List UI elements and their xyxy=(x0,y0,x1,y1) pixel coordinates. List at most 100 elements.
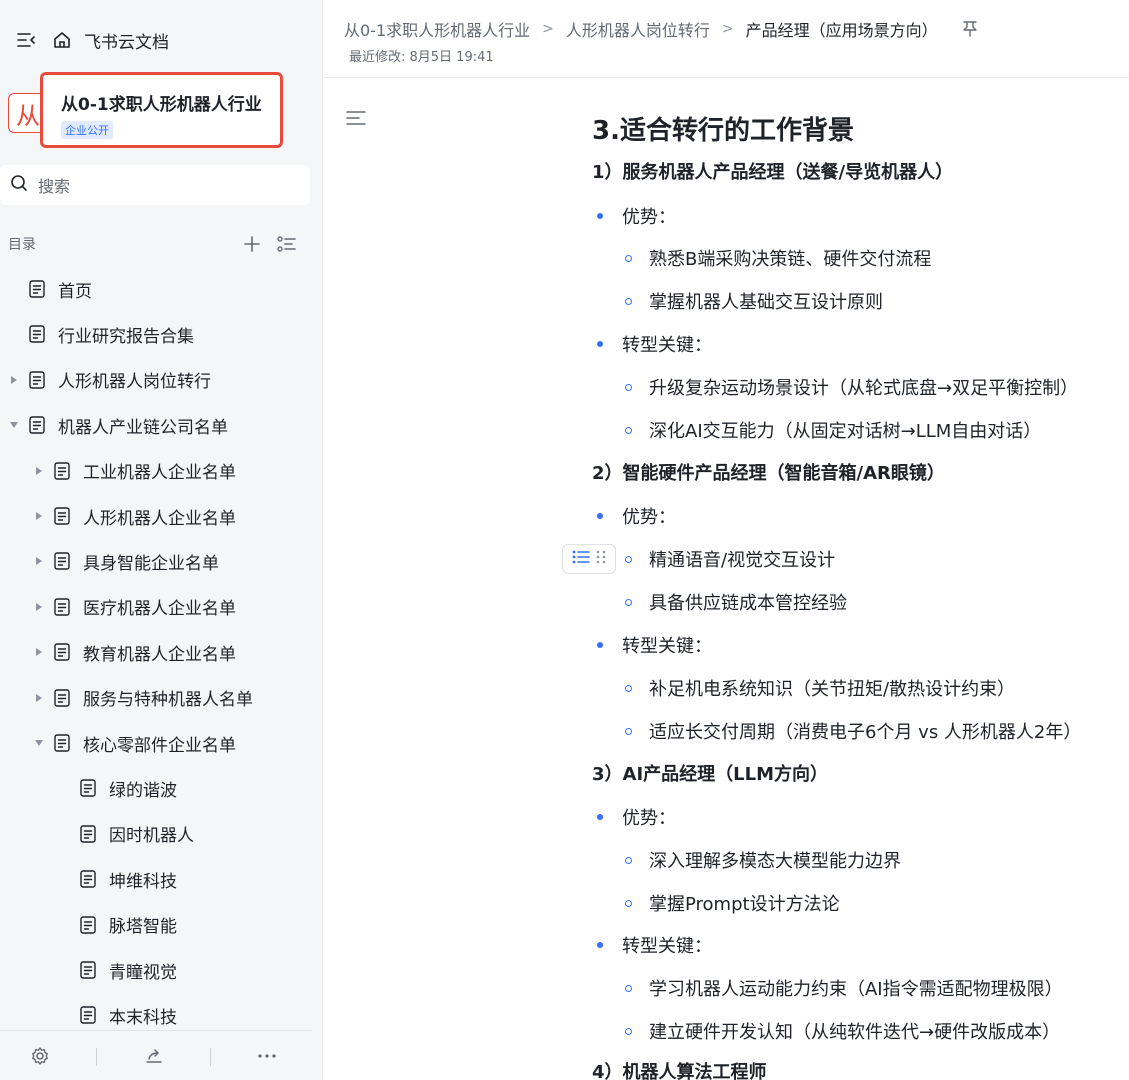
bullet-item: 优势： xyxy=(592,502,676,530)
document-icon xyxy=(79,1005,97,1025)
document-icon xyxy=(53,506,71,526)
toc-item[interactable]: 青瞳视觉 xyxy=(79,955,177,985)
bullet-ring-icon xyxy=(625,383,632,391)
breadcrumb-current[interactable]: 产品经理（应用场景方向） xyxy=(746,17,938,41)
sub-bullet-item: 补足机电系统知识（关节扭矩/散热设计约束） xyxy=(622,674,1015,702)
document-icon xyxy=(79,960,97,980)
breadcrumb-separator: > xyxy=(542,21,554,37)
bullet-text: 优势： xyxy=(622,207,676,228)
home-icon[interactable] xyxy=(50,28,74,52)
toc-item-label: 医疗机器人企业名单 xyxy=(83,599,236,620)
last-modified: 最近修改: 8月5日 19:41 xyxy=(349,50,494,65)
search-icon xyxy=(10,174,28,196)
bullet-text: 学习机器人运动能力约束（AI指令需适配物理极限） xyxy=(649,979,1063,1000)
breadcrumb-item[interactable]: 人形机器人岗位转行 xyxy=(566,17,710,41)
space-title[interactable]: 从0-1求职人形机器人行业 xyxy=(61,90,262,115)
toc-item-label: 人形机器人企业名单 xyxy=(83,508,236,529)
toc-item-label: 青瞳视觉 xyxy=(109,962,177,983)
toc-item-label: 机器人产业链公司名单 xyxy=(58,417,228,438)
toc-item[interactable]: 脉塔智能 xyxy=(79,910,177,940)
document-icon xyxy=(79,915,97,935)
search-placeholder: 搜索 xyxy=(38,177,71,196)
bullet-dot-icon xyxy=(597,814,603,820)
toc-item[interactable]: 服务与特种机器人名单 xyxy=(33,683,253,713)
bullet-ring-icon xyxy=(625,598,632,606)
toc-header: 目录 xyxy=(8,232,308,256)
bullet-text: 掌握Prompt设计方法论 xyxy=(649,894,840,915)
bullet-text: 升级复杂运动场景设计（从轮式底盘→双足平衡控制） xyxy=(649,378,1079,399)
sub-bullet-item: 适应长交付周期（消费电子6个月 vs 人形机器人2年） xyxy=(622,717,1081,745)
pin-icon[interactable] xyxy=(962,21,978,37)
list-type-icon[interactable] xyxy=(572,549,590,569)
toc-item[interactable]: 核心零部件企业名单 xyxy=(33,728,236,758)
toc-item[interactable]: 工业机器人企业名单 xyxy=(33,456,236,486)
expand-arrow-icon[interactable] xyxy=(8,374,20,386)
search-box[interactable]: 搜索 xyxy=(0,165,310,205)
expand-arrow-icon[interactable] xyxy=(33,692,45,704)
bullet-ring-icon xyxy=(625,1027,632,1035)
toc-item[interactable]: 人形机器人企业名单 xyxy=(33,501,236,531)
bullet-ring-icon xyxy=(625,254,632,262)
expand-arrow-icon[interactable] xyxy=(33,465,45,477)
bullet-dot-icon xyxy=(597,341,603,347)
document-icon xyxy=(28,370,46,390)
bullet-text: 深入理解多模态大模型能力边界 xyxy=(649,851,901,872)
sub-bullet-item: 建立硬件开发认知（从纯软件迭代→硬件改版成本） xyxy=(622,1017,1060,1045)
footer-divider xyxy=(210,1048,211,1066)
bullet-text: 转型关键： xyxy=(622,636,712,657)
document-icon xyxy=(28,279,46,299)
toc-item-label: 因时机器人 xyxy=(109,826,194,847)
subheading: 2）智能硬件产品经理（智能音箱/AR眼镜） xyxy=(592,463,945,484)
toc-item-label: 工业机器人企业名单 xyxy=(83,463,236,484)
toc-item-label: 行业研究报告合集 xyxy=(58,326,194,347)
sub-bullet-item: 具备供应链成本管控经验 xyxy=(622,588,847,616)
toc-item-label: 具身智能企业名单 xyxy=(83,553,219,574)
footer-divider xyxy=(96,1048,97,1066)
toc-item[interactable]: 行业研究报告合集 xyxy=(8,319,194,349)
toc-item-label: 核心零部件企业名单 xyxy=(83,735,236,756)
settings-gear-icon[interactable] xyxy=(29,1045,51,1067)
expand-arrow-icon[interactable] xyxy=(33,555,45,567)
more-options-icon[interactable] xyxy=(256,1045,278,1067)
toc-item[interactable]: 坤维科技 xyxy=(79,864,177,894)
bullet-item: 优势： xyxy=(592,803,676,831)
add-page-icon[interactable] xyxy=(242,232,262,256)
expand-arrow-icon[interactable] xyxy=(33,601,45,613)
toc-item-label: 教育机器人企业名单 xyxy=(83,644,236,665)
toc-item[interactable]: 人形机器人岗位转行 xyxy=(8,365,211,395)
bullet-ring-icon xyxy=(625,426,632,434)
toc-item[interactable]: 教育机器人企业名单 xyxy=(33,637,236,667)
toc-item[interactable]: 机器人产业链公司名单 xyxy=(8,410,228,440)
toc-item[interactable]: 因时机器人 xyxy=(79,819,194,849)
share-icon[interactable] xyxy=(143,1045,165,1067)
block-handle[interactable] xyxy=(562,544,616,574)
toc-item-label: 本末科技 xyxy=(109,1007,177,1028)
toc-item[interactable]: 医疗机器人企业名单 xyxy=(33,592,236,622)
toc-options-icon[interactable] xyxy=(276,232,298,256)
bullet-ring-icon xyxy=(625,899,632,907)
bullet-dot-icon xyxy=(597,942,603,948)
sidebar-footer xyxy=(0,1030,312,1080)
drag-handle-icon[interactable] xyxy=(596,549,606,569)
sub-bullet-item: 掌握机器人基础交互设计原则 xyxy=(622,287,883,315)
sub-bullet-item: 深化AI交互能力（从固定对话树→LLM自由对话） xyxy=(622,416,1041,444)
collapse-arrow-icon[interactable] xyxy=(33,737,45,749)
collapse-sidebar-icon[interactable] xyxy=(14,28,38,52)
toc-item-label: 坤维科技 xyxy=(109,871,177,892)
expand-arrow-icon[interactable] xyxy=(33,646,45,658)
bullet-text: 补足机电系统知识（关节扭矩/散热设计约束） xyxy=(649,679,1016,700)
brand-name[interactable]: 飞书云文档 xyxy=(84,28,169,53)
breadcrumb-item[interactable]: 从0-1求职人形机器人行业 xyxy=(344,17,530,41)
sub-bullet-item: 升级复杂运动场景设计（从轮式底盘→双足平衡控制） xyxy=(622,373,1078,401)
toc-item[interactable]: 首页 xyxy=(8,274,92,304)
toc-item[interactable]: 本末科技 xyxy=(79,1000,177,1030)
bullet-dot-icon xyxy=(597,642,603,648)
bullet-text: 适应长交付周期（消费电子6个月 vs 人形机器人2年） xyxy=(649,722,1082,743)
outline-toggle-icon[interactable] xyxy=(344,106,368,130)
expand-arrow-icon[interactable] xyxy=(33,510,45,522)
toc-item[interactable]: 具身智能企业名单 xyxy=(33,546,219,576)
sub-bullet-item: 学习机器人运动能力约束（AI指令需适配物理极限） xyxy=(622,974,1063,1002)
collapse-arrow-icon[interactable] xyxy=(8,419,20,431)
toc-item[interactable]: 绿的谐波 xyxy=(79,773,177,803)
bullet-ring-icon xyxy=(625,727,632,735)
